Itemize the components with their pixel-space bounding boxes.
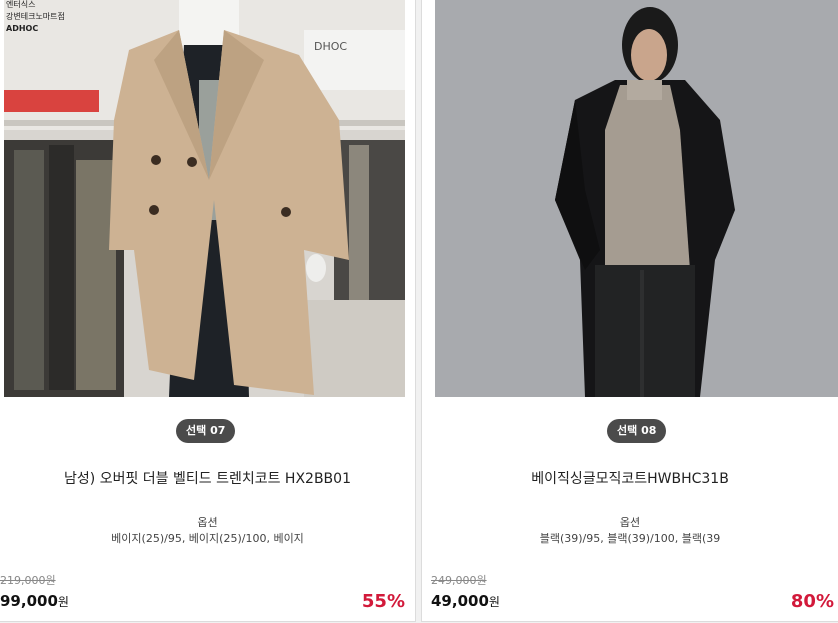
product-image-wool-coat[interactable] (435, 0, 838, 397)
option-label: 옵션 (619, 516, 641, 529)
product-name[interactable]: 남성) 오버핏 더블 벨티드 트렌치코트 HX2BB01 (0, 468, 415, 488)
product-image-trench-coat[interactable]: DHOC 엔터식스 강변테크노마트점 ADHOC (4, 0, 405, 397)
discount-rate: 80% (790, 591, 834, 612)
currency-unit: 원 (57, 595, 69, 609)
option-label: 옵션 (197, 516, 218, 529)
store-brand-text: 엔터식스 (6, 0, 36, 9)
original-price: 219,000원 (0, 574, 56, 587)
currency-unit: 원 (488, 595, 500, 609)
sale-price-value: 99,000 (0, 592, 58, 610)
selection-badge: 선택 07 (176, 419, 236, 443)
option-values: 블랙(39)/95, 블랙(39)/100, 블랙(39 (539, 532, 721, 545)
store-label-text: ADHOC (6, 24, 39, 33)
product-card[interactable]: 선택 08 베이직싱글모직코트HWBHC31B 옵션 블랙(39)/95, 블랙… (421, 0, 838, 622)
svg-text:DHOC: DHOC (314, 40, 347, 53)
store-overlay-text: 엔터식스 강변테크노마트점 ADHOC (6, 0, 65, 35)
sale-price-value: 49,000 (431, 592, 489, 610)
sale-price: 99,000원 (0, 592, 69, 610)
original-price: 249,000원 (431, 574, 487, 587)
sale-price: 49,000원 (431, 592, 500, 610)
option-values: 베이지(25)/95, 베이지(25)/100, 베이지 (111, 532, 304, 545)
product-card[interactable]: DHOC 엔터식스 강변테크노마트점 ADHOC 선택 07 남성) 오버핏 더… (0, 0, 416, 622)
product-name[interactable]: 베이직싱글모직코트HWBHC31B (422, 468, 838, 488)
store-branch-text: 강변테크노마트점 (6, 12, 65, 21)
selection-badge: 선택 08 (607, 419, 667, 443)
discount-rate: 55% (361, 591, 405, 612)
